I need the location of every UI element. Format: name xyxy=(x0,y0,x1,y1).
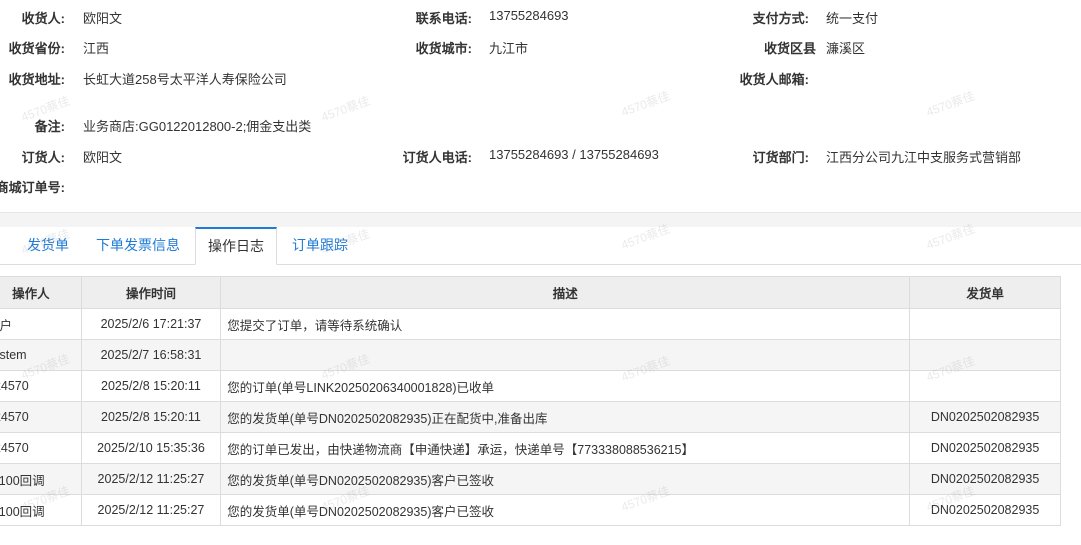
cell-shipment xyxy=(909,308,1061,340)
tab-shipment[interactable]: 发货单 xyxy=(16,227,80,264)
receiver-value: 欧阳文 xyxy=(83,11,123,26)
cell-shipment xyxy=(909,370,1061,402)
orderer-phone-label: 订货人电话: xyxy=(402,150,472,165)
cell-operator: system xyxy=(0,339,82,371)
orderer-label: 订货人: xyxy=(21,150,65,165)
header-shipment: 发货单 xyxy=(909,276,1061,309)
remark-value: 业务商店:GG0122012800-2;佣金支出类 xyxy=(83,119,312,134)
cell-shipment xyxy=(909,339,1061,371)
cell-operator: Di100回调 xyxy=(0,494,82,526)
order-info-panel: 收货人: 欧阳文 联系电话: 13755284693 支付方式: 统一支付 收货… xyxy=(0,0,1081,213)
cell-shipment: DN0202502082935 xyxy=(909,494,1061,526)
cell-time: 2025/2/12 11:25:27 xyxy=(80,494,222,526)
cell-description: 您的发货单(单号DN0202502082935)客户已签收 xyxy=(220,463,911,495)
cell-shipment: DN0202502082935 xyxy=(909,432,1061,464)
cell-description: 您的订单已发出，由快递物流商【申通快递】承运，快递单号【773338088536… xyxy=(220,432,911,464)
mall-order-label: 商城订单号: xyxy=(0,180,65,195)
address-label: 收货地址: xyxy=(8,72,65,87)
cell-time: 2025/2/8 15:20:11 xyxy=(80,370,222,402)
cell-description: 您的发货单(单号DN0202502082935)正在配货中,准备出库 xyxy=(220,401,911,433)
email-label: 收货人邮箱: xyxy=(739,72,809,87)
table-row: Di100回调 2025/2/12 11:25:27 您的发货单(单号DN020… xyxy=(0,463,1061,495)
cell-description: 您的订单(单号LINK20250206340001828)已收单 xyxy=(220,370,911,402)
cell-time: 2025/2/12 11:25:27 xyxy=(80,463,222,495)
header-description: 描述 xyxy=(220,276,911,309)
cell-description xyxy=(220,339,911,371)
cell-operator: 024570 xyxy=(0,370,82,402)
cell-operator: 024570 xyxy=(0,432,82,464)
cell-description: 您提交了订单，请等待系统确认 xyxy=(220,308,911,340)
tab-order-tracking[interactable]: 订单跟踪 xyxy=(282,227,358,264)
table-row: 024570 2025/2/8 15:20:11 您的发货单(单号DN02025… xyxy=(0,401,1061,433)
cell-description: 您的发货单(单号DN0202502082935)客户已签收 xyxy=(220,494,911,526)
tab-invoice-info[interactable]: 下单发票信息 xyxy=(88,227,188,264)
cell-time: 2025/2/8 15:20:11 xyxy=(80,401,222,433)
section-divider xyxy=(0,213,1081,227)
dept-label: 订货部门: xyxy=(752,150,809,165)
cell-operator: 用户 xyxy=(0,308,82,340)
table-row: system 2025/2/7 16:58:31 xyxy=(0,339,1061,371)
city-label: 收货城市: xyxy=(415,41,472,56)
receiver-label: 收货人: xyxy=(21,11,65,26)
phone-label: 联系电话: xyxy=(415,11,472,26)
cell-operator: Di100回调 xyxy=(0,463,82,495)
cell-time: 2025/2/6 17:21:37 xyxy=(80,308,222,340)
orderer-phone-value: 13755284693 / 13755284693 xyxy=(489,147,659,162)
header-operator: 操作人 xyxy=(0,276,82,309)
city-value: 九江市 xyxy=(489,41,529,56)
district-value: 濂溪区 xyxy=(826,41,866,56)
province-label: 收货省份: xyxy=(8,41,65,56)
dept-value: 江西分公司九江中支服务式营销部 xyxy=(826,150,1022,165)
table-row: 024570 2025/2/10 15:35:36 您的订单已发出，由快递物流商… xyxy=(0,432,1061,464)
table-row: 用户 2025/2/6 17:21:37 您提交了订单，请等待系统确认 xyxy=(0,308,1061,340)
cell-operator: 024570 xyxy=(0,401,82,433)
address-value: 长虹大道258号太平洋人寿保险公司 xyxy=(83,72,287,87)
payment-value: 统一支付 xyxy=(826,11,879,26)
remark-label: 备注: xyxy=(34,119,65,134)
detail-tabs: 发货单 下单发票信息 操作日志 订单跟踪 xyxy=(0,227,1081,265)
district-label: 收货区县 xyxy=(763,41,816,56)
table-row: Di100回调 2025/2/12 11:25:27 您的发货单(单号DN020… xyxy=(0,494,1061,526)
cell-shipment: DN0202502082935 xyxy=(909,401,1061,433)
header-time: 操作时间 xyxy=(80,276,222,309)
tab-operation-log[interactable]: 操作日志 xyxy=(195,227,277,265)
table-header-row: 操作人 操作时间 描述 发货单 xyxy=(0,276,1061,309)
operation-log-table: 操作人 操作时间 描述 发货单 用户 2025/2/6 17:21:37 您提交… xyxy=(0,276,1061,526)
phone-value: 13755284693 xyxy=(489,8,569,23)
cell-shipment: DN0202502082935 xyxy=(909,463,1061,495)
province-value: 江西 xyxy=(83,41,110,56)
table-row: 024570 2025/2/8 15:20:11 您的订单(单号LINK2025… xyxy=(0,370,1061,402)
payment-label: 支付方式: xyxy=(752,11,809,26)
cell-time: 2025/2/10 15:35:36 xyxy=(80,432,222,464)
cell-time: 2025/2/7 16:58:31 xyxy=(80,339,222,371)
orderer-value: 欧阳文 xyxy=(83,150,123,165)
